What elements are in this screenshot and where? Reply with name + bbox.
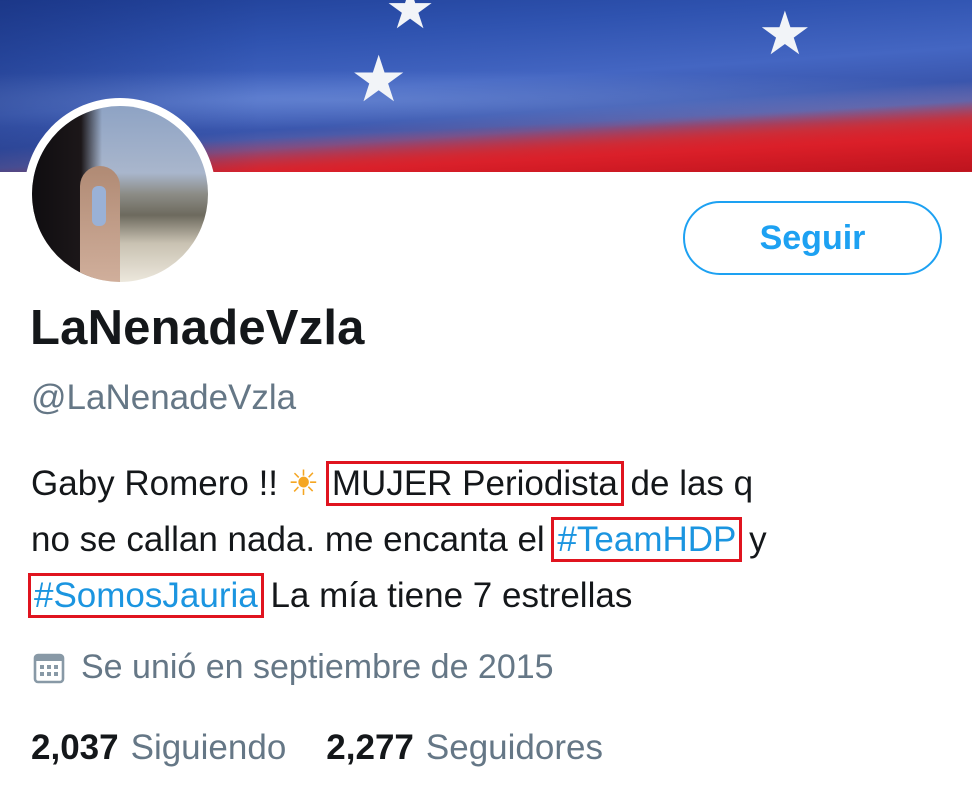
star-icon: ★ xyxy=(758,0,812,69)
following-label: Siguiendo xyxy=(130,728,287,767)
bio-line: Gaby Romero !! ☀ MUJER Periodista de las… xyxy=(31,456,931,512)
joined-text: Se unió en septiembre de 2015 xyxy=(81,648,554,686)
display-name: LaNenadeVzla xyxy=(30,301,365,355)
bio-line: #SomosJauria La mía tiene 7 estrellas xyxy=(28,568,931,624)
star-icon: ★ xyxy=(385,0,436,42)
followers-label: Seguidores xyxy=(425,728,603,767)
profile-bio: Gaby Romero !! ☀ MUJER Periodista de las… xyxy=(28,456,931,624)
bio-text: Gaby Romero !! xyxy=(31,464,288,503)
followers-count: 2,277 xyxy=(326,728,414,767)
hashtag-somosjauria-link[interactable]: #SomosJauria xyxy=(28,573,264,618)
follow-button[interactable]: Seguir xyxy=(683,201,942,275)
profile-avatar[interactable] xyxy=(24,98,216,290)
avatar-strap xyxy=(92,186,106,226)
joined-date: Se unió en septiembre de 2015 xyxy=(33,648,554,687)
bio-text: La mía tiene 7 estrellas xyxy=(260,576,633,615)
bio-text: y xyxy=(739,520,767,559)
follow-stats: 2,037 Siguiendo 2,277 Seguidores xyxy=(31,728,643,768)
bio-line: no se callan nada. me encanta el #TeamHD… xyxy=(31,512,931,568)
hashtag-teamhdp-link[interactable]: #TeamHDP xyxy=(551,517,743,562)
bio-text: de las q xyxy=(620,464,754,503)
following-stat[interactable]: 2,037 Siguiendo xyxy=(31,728,286,768)
bio-text xyxy=(319,464,329,503)
calendar-icon xyxy=(33,653,65,683)
followers-stat[interactable]: 2,277 Seguidores xyxy=(326,728,603,768)
bio-text: no se callan nada. me encanta el xyxy=(31,520,555,559)
following-count: 2,037 xyxy=(31,728,119,767)
bio-highlight-mujer-periodista: MUJER Periodista xyxy=(325,461,624,506)
follow-button-label: Seguir xyxy=(759,218,866,257)
star-icon: ★ xyxy=(350,43,408,117)
user-handle: @LaNenadeVzla xyxy=(31,378,297,417)
avatar-photo xyxy=(32,106,208,282)
sun-icon: ☀ xyxy=(287,464,320,504)
